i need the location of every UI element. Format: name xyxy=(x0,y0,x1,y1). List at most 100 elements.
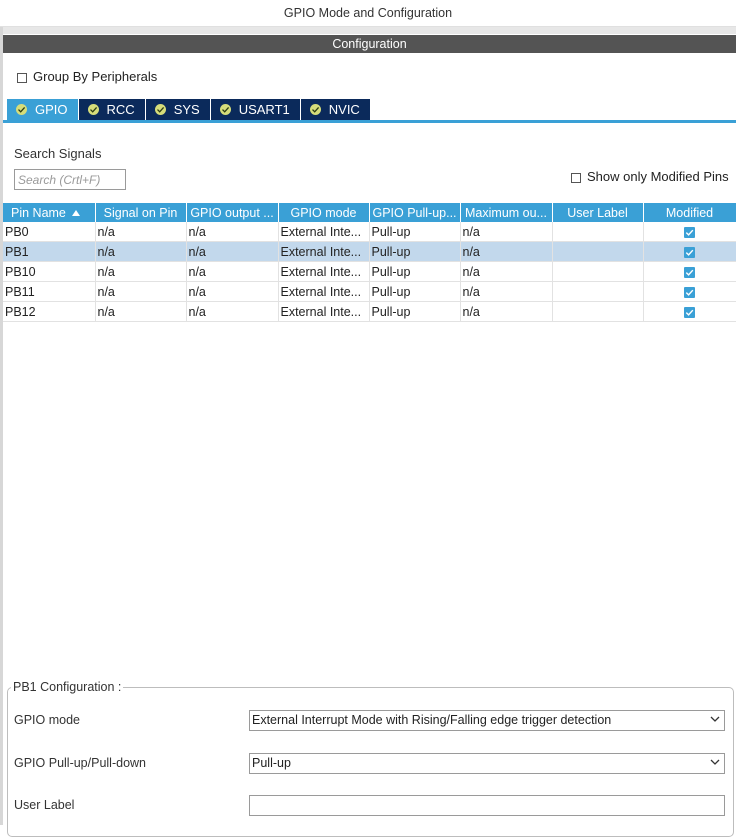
tab-label: RCC xyxy=(106,102,135,117)
check-circle-icon xyxy=(16,104,27,115)
user-label-input[interactable] xyxy=(249,795,725,816)
chevron-down-icon xyxy=(710,716,720,722)
pin-name-cell: PB11 xyxy=(3,281,96,302)
user-label-label: User Label xyxy=(14,798,75,812)
max-output-speed-cell: n/a xyxy=(460,301,553,322)
gpio-mode-value: External Interrupt Mode with Rising/Fall… xyxy=(252,713,612,727)
user-label-cell xyxy=(552,261,644,282)
max-output-speed-cell: n/a xyxy=(460,222,553,242)
modified-cell xyxy=(643,301,736,322)
show-modified-label: Show only Modified Pins xyxy=(587,169,729,184)
tab-label: SYS xyxy=(173,102,200,117)
group-by-checkbox[interactable] xyxy=(17,72,27,83)
gpio-pull-cell: Pull-up xyxy=(369,261,461,282)
gpio-pull-value: Pull-up xyxy=(252,756,291,770)
sort-ascending-icon xyxy=(71,210,80,217)
column-header-modified[interactable]: Modified xyxy=(643,203,736,222)
table-row[interactable]: PB10 n/a n/a External Inte... Pull-up n/a xyxy=(3,261,736,282)
gpio-mode-label: GPIO mode xyxy=(14,713,80,727)
checkbox-checked-icon xyxy=(684,246,695,258)
show-only-modified-pins[interactable]: Show only Modified Pins xyxy=(571,169,729,184)
tab-gpio[interactable]: GPIO xyxy=(7,99,78,120)
user-label-cell xyxy=(552,301,644,322)
signal-cell: n/a xyxy=(95,222,187,242)
tab-usart1[interactable]: USART1 xyxy=(210,99,300,120)
pin-name-cell: PB0 xyxy=(3,222,96,242)
signal-cell: n/a xyxy=(95,241,187,262)
signal-cell: n/a xyxy=(95,301,187,322)
pin-name-cell: PB1 xyxy=(3,241,96,262)
gpio-pull-cell: Pull-up xyxy=(369,241,461,262)
max-output-speed-cell: n/a xyxy=(460,261,553,282)
search-input[interactable] xyxy=(14,169,126,190)
gpio-output-cell: n/a xyxy=(186,301,279,322)
column-header-signal[interactable]: Signal on Pin xyxy=(95,203,187,222)
checkbox-checked-icon xyxy=(684,226,695,238)
modified-cell xyxy=(643,222,736,242)
pin-table: Pin Name Signal on Pin GPIO output ... G… xyxy=(3,203,736,322)
show-modified-checkbox[interactable] xyxy=(571,172,581,183)
gpio-mode-cell: External Inte... xyxy=(278,222,370,242)
modified-cell xyxy=(643,241,736,262)
check-circle-icon xyxy=(87,104,99,115)
check-circle-icon xyxy=(154,104,166,115)
search-signals-label: Search Signals xyxy=(14,146,102,161)
gpio-output-cell: n/a xyxy=(186,241,279,262)
column-header-gpio-mode[interactable]: GPIO mode xyxy=(278,203,370,222)
max-output-speed-cell: n/a xyxy=(460,281,553,302)
window-title: GPIO Mode and Configuration xyxy=(0,0,736,27)
modified-cell xyxy=(643,261,736,282)
gpio-mode-cell: External Inte... xyxy=(278,301,370,322)
check-circle-icon xyxy=(219,104,231,115)
column-header-pin-name[interactable]: Pin Name xyxy=(3,203,96,222)
user-label-cell xyxy=(552,241,644,262)
user-label-cell xyxy=(552,222,644,242)
gpio-pull-label: GPIO Pull-up/Pull-down xyxy=(14,756,147,770)
gpio-mode-cell: External Inte... xyxy=(278,281,370,302)
gpio-pull-select[interactable]: Pull-up xyxy=(249,753,725,774)
gpio-output-cell: n/a xyxy=(186,222,279,242)
max-output-speed-cell: n/a xyxy=(460,241,553,262)
gpio-output-cell: n/a xyxy=(186,261,279,282)
tab-underline xyxy=(3,120,736,123)
tab-rcc[interactable]: RCC xyxy=(78,99,145,120)
left-rail xyxy=(0,27,3,825)
configuration-header: Configuration xyxy=(3,35,736,53)
gpio-pull-cell: Pull-up xyxy=(369,222,461,242)
table-row[interactable]: PB0 n/a n/a External Inte... Pull-up n/a xyxy=(3,222,736,242)
signal-cell: n/a xyxy=(95,281,187,302)
checkbox-checked-icon xyxy=(684,306,695,318)
table-row[interactable]: PB1 n/a n/a External Inte... Pull-up n/a xyxy=(3,241,736,262)
tab-sys[interactable]: SYS xyxy=(145,99,210,120)
checkbox-checked-icon xyxy=(684,286,695,298)
gpio-output-cell: n/a xyxy=(186,281,279,302)
signal-cell: n/a xyxy=(95,261,187,282)
group-by-label: Group By Peripherals xyxy=(33,69,158,84)
gpio-mode-select[interactable]: External Interrupt Mode with Rising/Fall… xyxy=(249,710,725,731)
checkbox-checked-icon xyxy=(684,266,695,278)
user-label-cell xyxy=(552,281,644,302)
tab-label: GPIO xyxy=(35,102,68,117)
group-by-peripherals[interactable]: Group By Peripherals xyxy=(17,69,157,84)
peripheral-tabs: GPIO RCC SYS USART1 NVIC xyxy=(7,99,371,120)
table-row[interactable]: PB12 n/a n/a External Inte... Pull-up n/a xyxy=(3,301,736,322)
check-circle-icon xyxy=(309,104,321,115)
chevron-down-icon xyxy=(710,759,720,765)
column-header-user-label[interactable]: User Label xyxy=(552,203,644,222)
gpio-pull-cell: Pull-up xyxy=(369,281,461,302)
column-header-gpio-output[interactable]: GPIO output ... xyxy=(186,203,279,222)
gpio-pull-cell: Pull-up xyxy=(369,301,461,322)
table-header-row: Pin Name Signal on Pin GPIO output ... G… xyxy=(3,203,736,222)
gpio-mode-cell: External Inte... xyxy=(278,261,370,282)
column-header-max-output-speed[interactable]: Maximum ou... xyxy=(460,203,553,222)
pin-configuration-legend: PB1 Configuration : xyxy=(11,680,124,694)
tab-label: USART1 xyxy=(238,102,290,117)
modified-cell xyxy=(643,281,736,302)
table-row[interactable]: PB11 n/a n/a External Inte... Pull-up n/a xyxy=(3,281,736,302)
tab-label: NVIC xyxy=(328,102,360,117)
pin-name-cell: PB12 xyxy=(3,301,96,322)
tab-nvic[interactable]: NVIC xyxy=(300,99,370,120)
pin-name-cell: PB10 xyxy=(3,261,96,282)
gpio-mode-cell: External Inte... xyxy=(278,241,370,262)
column-header-gpio-pull[interactable]: GPIO Pull-up... xyxy=(369,203,461,222)
